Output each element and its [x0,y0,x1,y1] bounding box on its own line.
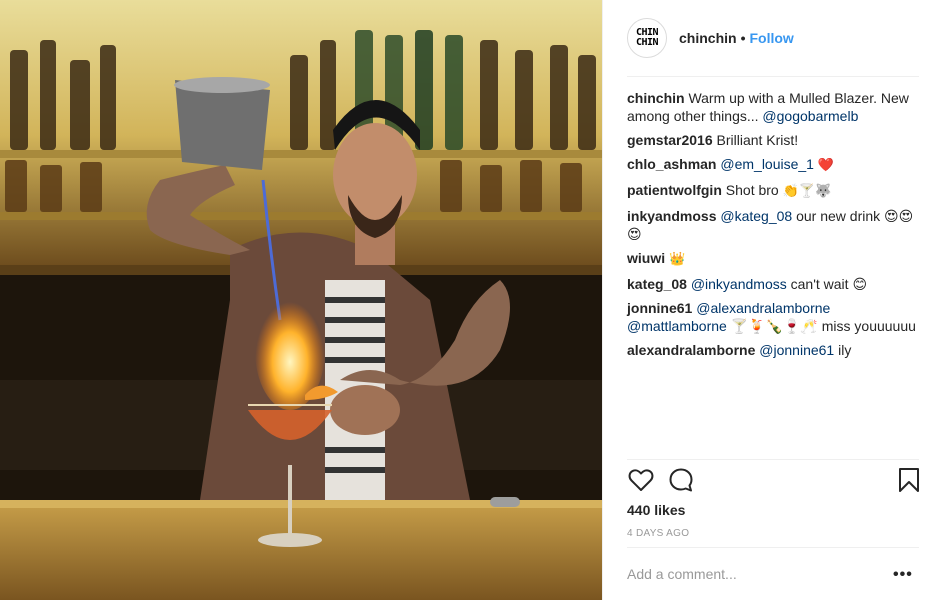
follow-button[interactable]: Follow [749,30,793,46]
heart-icon[interactable] [627,466,655,494]
post-header: CHIN CHIN chinchin • Follow [603,0,939,76]
comment-text: Brilliant Krist! [716,132,799,148]
comment: jonnine61 @alexandralamborne @mattlambor… [627,299,919,335]
comment: gemstar2016 Brilliant Krist! [627,131,919,149]
likes-count[interactable]: 440 likes [627,502,685,518]
bookmark-icon-svg [899,468,919,492]
comment-username[interactable]: chlo_ashman [627,156,716,172]
avatar[interactable]: CHIN CHIN [627,18,667,58]
comment: wiuwi 👑 [627,249,919,269]
comment-list: chinchin Warm up with a Mulled Blazer. N… [627,89,919,365]
bartender-photo-illustration [0,0,602,600]
bookmark-icon[interactable] [895,466,923,494]
comment-username[interactable]: gemstar2016 [627,132,713,148]
actions-divider [627,459,919,460]
comment-username[interactable]: chinchin [627,90,685,106]
more-options-button[interactable]: ••• [893,566,913,584]
instagram-post: CHIN CHIN chinchin • Follow chinchin War… [0,0,939,600]
post-photo[interactable] [0,0,602,600]
comment: chinchin Warm up with a Mulled Blazer. N… [627,89,919,125]
comment-username[interactable]: inkyandmoss [627,208,716,224]
comment-mention[interactable]: @inkyandmoss [691,276,787,292]
comment: kateg_08 @inkyandmoss can't wait 😊 [627,275,919,293]
comment-mention[interactable]: @em_louise_1 [720,156,814,172]
comment-username[interactable]: jonnine61 [627,300,692,316]
comment-mention[interactable]: @kateg_08 [720,208,792,224]
comment-emoji: 👑 [669,252,686,267]
comment-username[interactable]: alexandralamborne [627,342,755,358]
add-comment-divider [627,547,919,548]
author-username[interactable]: chinchin [679,30,737,46]
comment-text: Shot bro [725,182,779,198]
comment-mention[interactable]: @jonnine61 [759,342,834,358]
comment-username[interactable]: wiuwi [627,250,665,266]
comment-username[interactable]: kateg_08 [627,276,687,292]
comment: patientwolfgin Shot bro 👏🍸🐺 [627,181,919,201]
comment-emoji: ❤️ [817,158,835,173]
comment: alexandralamborne @jonnine61 ily [627,341,919,359]
comment: chlo_ashman @em_louise_1 ❤️ [627,155,919,175]
comment: inkyandmoss @kateg_08 our new drink 😍😍😍 [627,207,919,243]
comment-username[interactable]: patientwolfgin [627,182,722,198]
comment-text: can't wait 😊 [790,276,868,292]
comment-text: ily [838,342,852,358]
comment-mention[interactable]: @gogobarmelb [762,108,858,124]
comment-bubble-icon-svg [669,468,693,492]
separator-dot: • [740,30,746,46]
post-sidebar: CHIN CHIN chinchin • Follow chinchin War… [602,0,939,600]
post-timestamp[interactable]: 4 DAYS AGO [627,528,689,539]
add-comment-input[interactable]: Add a comment... [627,566,877,582]
comment-text: 🍸🍹🍾🍷🥂 miss youuuuuu [730,318,916,334]
comment-emoji: 👏🍸🐺 [782,184,832,199]
comment-bubble-icon[interactable] [667,466,695,494]
post-actions [627,466,922,498]
heart-icon-svg [628,469,654,491]
header-divider [627,76,919,77]
avatar-text-line2: CHIN [635,37,659,48]
